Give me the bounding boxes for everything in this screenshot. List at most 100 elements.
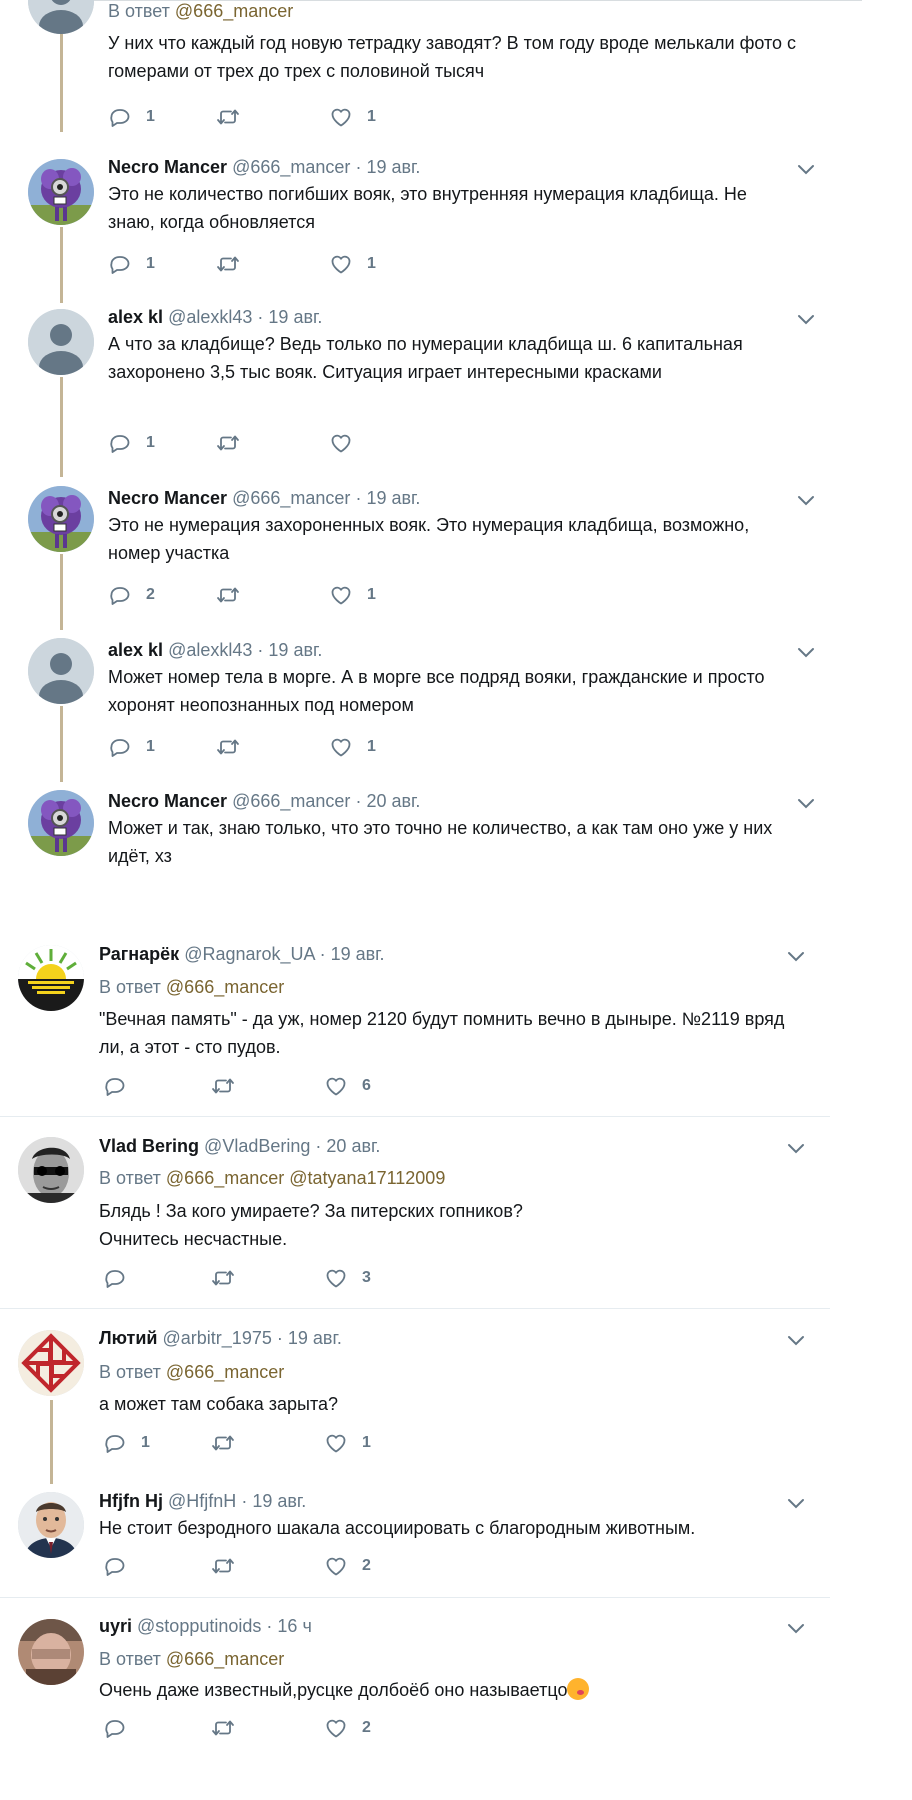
author-name[interactable]: Лютий <box>99 1328 158 1348</box>
separator-dot: · <box>257 640 264 660</box>
tweet-date[interactable]: 19 авг. <box>366 157 420 177</box>
retweet-button[interactable] <box>211 1265 249 1291</box>
retweet-button[interactable] <box>211 1553 249 1579</box>
tweet-date[interactable]: 19 авг. <box>366 488 420 508</box>
heart-icon <box>324 1266 348 1290</box>
tweet-date[interactable]: 20 авг. <box>326 1136 380 1156</box>
chevron-down-icon[interactable] <box>796 494 816 508</box>
tweet-date[interactable]: 19 авг. <box>252 1491 306 1511</box>
tweet-date[interactable]: 19 авг. <box>268 640 322 660</box>
chevron-down-icon[interactable] <box>796 646 816 660</box>
photo-avatar[interactable] <box>18 1619 84 1685</box>
reply-button[interactable] <box>103 1715 141 1741</box>
reply-mention[interactable]: @666_mancer <box>166 1168 284 1188</box>
purple-monster-avatar[interactable] <box>28 159 94 225</box>
author-name[interactable]: alex kl <box>108 307 163 327</box>
separator-dot: · <box>355 791 362 811</box>
author-handle[interactable]: @alexkl43 <box>168 307 252 327</box>
tweet-date[interactable]: 19 авг. <box>288 1328 342 1348</box>
tweet-text: "Вечная память" - да уж, номер 2120 буду… <box>99 1009 785 1057</box>
like-button[interactable]: 1 <box>329 582 376 608</box>
retweet-button[interactable] <box>211 1715 249 1741</box>
sun-emblem-avatar[interactable] <box>18 945 84 1011</box>
retweet-button[interactable] <box>216 734 254 760</box>
like-button[interactable]: 6 <box>324 1073 371 1099</box>
chevron-down-icon[interactable] <box>796 313 816 327</box>
author-handle[interactable]: @Ragnarok_UA <box>184 944 314 964</box>
tweet-text: Блядь ! За кого умираете? За питерских г… <box>99 1201 523 1249</box>
chevron-down-icon[interactable] <box>786 1334 806 1348</box>
retweet-button[interactable] <box>216 582 254 608</box>
retweet-button[interactable] <box>211 1430 249 1456</box>
author-name[interactable]: Necro Mancer <box>108 488 227 508</box>
reply-button[interactable] <box>103 1553 141 1579</box>
author-name[interactable]: alex kl <box>108 640 163 660</box>
author-name[interactable]: Necro Mancer <box>108 791 227 811</box>
man-portrait-avatar[interactable] <box>18 1492 84 1558</box>
like-button[interactable] <box>329 430 367 456</box>
reply-button[interactable]: 1 <box>103 1430 150 1456</box>
reply-button[interactable]: 2 <box>108 582 155 608</box>
tweet-date[interactable]: 16 ч <box>277 1616 311 1636</box>
author-handle[interactable]: @666_mancer <box>232 157 350 177</box>
reply-button[interactable]: 1 <box>108 251 155 277</box>
reply-button[interactable]: 1 <box>108 734 155 760</box>
reply-mention[interactable]: @666_mancer <box>166 977 284 997</box>
retweet-button[interactable] <box>211 1073 249 1099</box>
retweet-button[interactable] <box>216 104 254 130</box>
like-button[interactable]: 1 <box>329 734 376 760</box>
author-name[interactable]: Рагнарёк <box>99 944 179 964</box>
reply-button[interactable] <box>103 1073 141 1099</box>
purple-monster-avatar[interactable] <box>28 486 94 552</box>
like-count: 1 <box>367 586 376 603</box>
thread-line <box>50 1400 53 1484</box>
reply-button[interactable]: 1 <box>108 430 155 456</box>
chevron-down-icon[interactable] <box>786 950 806 964</box>
retweet-button[interactable] <box>216 430 254 456</box>
author-handle[interactable]: @VladBering <box>204 1136 310 1156</box>
retweet-icon <box>216 431 240 455</box>
reply-mention[interactable]: @666_mancer <box>166 1362 284 1382</box>
reply-to-line: В ответ @666_mancer <box>108 0 293 22</box>
reply-icon <box>103 1716 127 1740</box>
chevron-down-icon[interactable] <box>786 1622 806 1636</box>
reply-button[interactable]: 1 <box>108 104 155 130</box>
like-button[interactable]: 1 <box>329 251 376 277</box>
author-name[interactable]: uyri <box>99 1616 132 1636</box>
default-avatar[interactable] <box>28 0 94 34</box>
like-button[interactable]: 2 <box>324 1715 371 1741</box>
purple-monster-avatar[interactable] <box>28 790 94 856</box>
reply-mention-second[interactable]: @tatyana17112009 <box>289 1168 445 1188</box>
retweet-button[interactable] <box>216 251 254 277</box>
author-name[interactable]: Hfjfn Hj <box>99 1491 163 1511</box>
author-handle[interactable]: @HfjfnH <box>168 1491 236 1511</box>
author-handle[interactable]: @666_mancer <box>232 791 350 811</box>
like-button[interactable]: 2 <box>324 1553 371 1579</box>
chevron-down-icon[interactable] <box>786 1497 806 1511</box>
chevron-down-icon[interactable] <box>786 1142 806 1156</box>
author-name[interactable]: Necro Mancer <box>108 157 227 177</box>
author-handle[interactable]: @arbitr_1975 <box>163 1328 272 1348</box>
author-handle[interactable]: @alexkl43 <box>168 640 252 660</box>
like-button[interactable]: 1 <box>324 1430 371 1456</box>
tweet-divider <box>0 1597 830 1598</box>
bw-face-avatar[interactable] <box>18 1137 84 1203</box>
tweet-date[interactable]: 19 авг. <box>268 307 322 327</box>
red-ornament-avatar[interactable] <box>18 1330 84 1396</box>
author-handle[interactable]: @stopputinoids <box>137 1616 261 1636</box>
chevron-down-icon[interactable] <box>796 163 816 177</box>
tweet-date[interactable]: 20 авг. <box>366 791 420 811</box>
chevron-down-icon[interactable] <box>796 797 816 811</box>
tweet-header: Necro Mancer @666_mancer · 19 авг. <box>108 487 420 509</box>
like-count: 1 <box>367 738 376 755</box>
reply-mention[interactable]: @666_mancer <box>166 1649 284 1669</box>
like-button[interactable]: 1 <box>329 104 376 130</box>
reply-button[interactable] <box>103 1265 141 1291</box>
reply-mention[interactable]: @666_mancer <box>175 1 293 21</box>
author-name[interactable]: Vlad Bering <box>99 1136 199 1156</box>
like-button[interactable]: 3 <box>324 1265 371 1291</box>
author-handle[interactable]: @666_mancer <box>232 488 350 508</box>
tweet-date[interactable]: 19 авг. <box>331 944 385 964</box>
default-avatar[interactable] <box>28 309 94 375</box>
default-avatar[interactable] <box>28 638 94 704</box>
